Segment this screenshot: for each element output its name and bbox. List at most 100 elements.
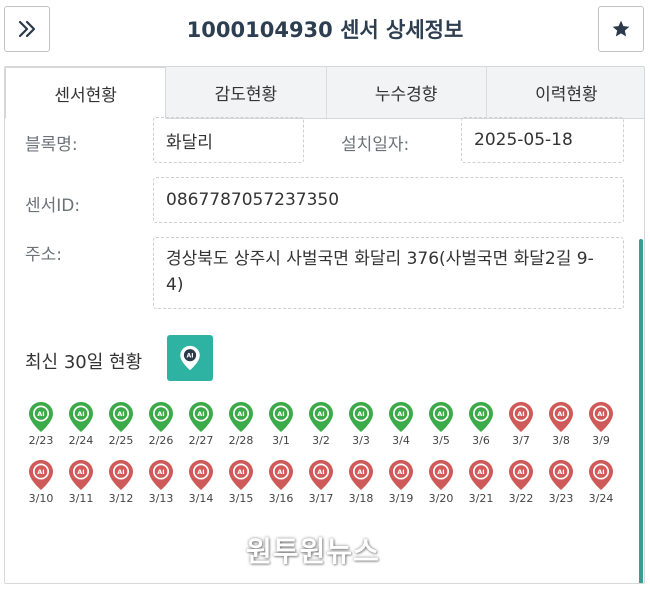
- favorite-button[interactable]: [598, 6, 644, 52]
- page-title: 1000104930 센서 상세정보: [186, 18, 464, 42]
- svg-text:AI: AI: [477, 468, 484, 476]
- day-date-label: 3/2: [312, 434, 330, 447]
- expand-button[interactable]: [4, 6, 50, 52]
- day-status-item[interactable]: AI 3/14: [181, 459, 221, 505]
- ai-location-pin-icon: AI: [149, 460, 173, 490]
- tab-sensitivity-status[interactable]: 감도현황: [166, 67, 327, 118]
- day-status-item[interactable]: AI 3/16: [261, 459, 301, 505]
- day-status-item[interactable]: AI 3/15: [221, 459, 261, 505]
- ai-location-pin-icon: AI: [109, 460, 133, 490]
- day-date-label: 3/20: [428, 492, 454, 505]
- day-status-item[interactable]: AI 2/27: [181, 401, 221, 447]
- ai-location-pin-icon: AI: [429, 402, 453, 432]
- day-status-item[interactable]: AI 3/10: [21, 459, 61, 505]
- ai-location-pin-icon: AI: [189, 402, 213, 432]
- day-status-item[interactable]: AI 3/2: [301, 401, 341, 447]
- day-status-item[interactable]: AI 2/26: [141, 401, 181, 447]
- tab-leak-trend[interactable]: 누수경향: [327, 67, 487, 118]
- day-status-item[interactable]: AI 2/24: [61, 401, 101, 447]
- day-date-label: 3/8: [552, 434, 570, 447]
- tab-history-status[interactable]: 이력현황: [487, 67, 644, 118]
- block-label: 블록명:: [25, 135, 78, 155]
- day-status-item[interactable]: AI 2/25: [101, 401, 141, 447]
- day-status-item[interactable]: AI 3/3: [341, 401, 381, 447]
- svg-text:AI: AI: [477, 410, 484, 418]
- install-date-label: 설치일자:: [341, 135, 410, 155]
- ai-location-pin-icon: AI: [309, 460, 333, 490]
- ai-location-pin-icon: AI: [429, 460, 453, 490]
- ai-location-pin-icon: AI: [549, 402, 573, 432]
- tab-sensor-status[interactable]: 센서현황: [5, 67, 167, 119]
- svg-text:AI: AI: [397, 468, 404, 476]
- svg-text:AI: AI: [37, 468, 44, 476]
- svg-text:AI: AI: [237, 410, 244, 418]
- svg-text:AI: AI: [597, 468, 604, 476]
- ai-location-pin-icon: AI: [189, 460, 213, 490]
- day-date-label: 3/9: [592, 434, 610, 447]
- day-status-item[interactable]: AI 3/23: [541, 459, 581, 505]
- ai-location-pin-icon: AI: [29, 460, 53, 490]
- day-status-item[interactable]: AI 3/21: [461, 459, 501, 505]
- day-status-item[interactable]: AI 2/23: [21, 401, 61, 447]
- ai-status-button[interactable]: AI: [167, 335, 213, 381]
- svg-text:AI: AI: [437, 410, 444, 418]
- day-status-item[interactable]: AI 3/1: [261, 401, 301, 447]
- star-icon: [612, 20, 630, 37]
- day-status-item[interactable]: AI 3/20: [421, 459, 461, 505]
- day-date-label: 2/27: [188, 434, 214, 447]
- address-label: 주소:: [25, 245, 63, 265]
- block-name-field: 화달리: [153, 117, 304, 163]
- day-status-item[interactable]: AI 3/17: [301, 459, 341, 505]
- day-status-item[interactable]: AI 3/7: [501, 401, 541, 447]
- ai-location-pin-icon: AI: [269, 402, 293, 432]
- svg-text:AI: AI: [197, 468, 204, 476]
- day-date-label: 3/15: [228, 492, 254, 505]
- day-date-label: 3/6: [472, 434, 490, 447]
- day-status-item[interactable]: AI 3/22: [501, 459, 541, 505]
- ai-location-pin-icon: AI: [149, 402, 173, 432]
- install-date-field: 2025-05-18: [461, 117, 624, 163]
- day-status-item[interactable]: AI 3/5: [421, 401, 461, 447]
- svg-text:AI: AI: [37, 410, 44, 418]
- day-status-item[interactable]: AI 2/28: [221, 401, 261, 447]
- day-date-label: 2/23: [28, 434, 54, 447]
- ai-location-pin-icon: AI: [549, 460, 573, 490]
- day-status-item[interactable]: AI 3/8: [541, 401, 581, 447]
- day-status-item[interactable]: AI 3/9: [581, 401, 621, 447]
- ai-location-pin-icon: AI: [349, 460, 373, 490]
- sensor-id-field: 0867787057237350: [153, 177, 624, 223]
- day-status-item[interactable]: AI 3/18: [341, 459, 381, 505]
- svg-text:AI: AI: [437, 468, 444, 476]
- day-date-label: 2/25: [108, 434, 134, 447]
- scrollbar[interactable]: [639, 239, 643, 583]
- svg-text:AI: AI: [277, 468, 284, 476]
- ai-location-pin-icon: AI: [69, 460, 93, 490]
- day-date-label: 3/21: [468, 492, 494, 505]
- day-status-item[interactable]: AI 3/11: [61, 459, 101, 505]
- svg-text:AI: AI: [397, 410, 404, 418]
- day-status-item[interactable]: AI 3/4: [381, 401, 421, 447]
- svg-text:AI: AI: [317, 468, 324, 476]
- day-status-item[interactable]: AI 3/6: [461, 401, 501, 447]
- svg-text:AI: AI: [517, 410, 524, 418]
- svg-text:AI: AI: [77, 468, 84, 476]
- svg-text:AI: AI: [277, 410, 284, 418]
- day-status-item[interactable]: AI 3/13: [141, 459, 181, 505]
- day-date-label: 3/1: [272, 434, 290, 447]
- day-date-label: 3/10: [28, 492, 54, 505]
- svg-text:AI: AI: [357, 410, 364, 418]
- day-date-label: 3/3: [352, 434, 370, 447]
- double-chevron-right-icon: [18, 20, 36, 38]
- day-date-label: 3/18: [348, 492, 374, 505]
- ai-location-pin-icon: AI: [229, 460, 253, 490]
- day-date-label: 2/28: [228, 434, 254, 447]
- day-status-item[interactable]: AI 3/12: [101, 459, 141, 505]
- svg-text:AI: AI: [187, 352, 194, 359]
- day-status-item[interactable]: AI 3/24: [581, 459, 621, 505]
- day-date-label: 3/4: [392, 434, 410, 447]
- ai-location-pin-icon: AI: [229, 402, 253, 432]
- ai-location-pin-icon: AI: [509, 402, 533, 432]
- ai-location-pin-icon: AI: [109, 402, 133, 432]
- day-status-item[interactable]: AI 3/19: [381, 459, 421, 505]
- svg-text:AI: AI: [77, 410, 84, 418]
